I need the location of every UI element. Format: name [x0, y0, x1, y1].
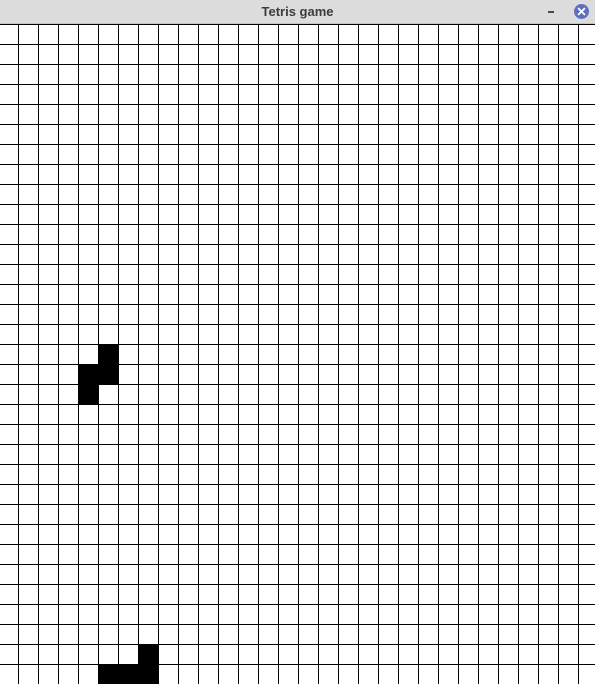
block-cell	[139, 644, 159, 664]
block-cell	[79, 364, 99, 384]
board-grid	[0, 24, 595, 684]
window-title: Tetris game	[261, 4, 334, 19]
block-cell	[119, 664, 139, 684]
close-button[interactable]	[574, 4, 589, 19]
close-icon	[577, 7, 586, 16]
block-cell	[99, 344, 119, 364]
block-cell	[99, 364, 119, 384]
block-cell	[139, 664, 159, 684]
game-board[interactable]	[0, 24, 595, 684]
block-cell	[99, 664, 119, 684]
title-bar[interactable]: Tetris game	[0, 0, 595, 24]
falling-piece	[79, 344, 119, 404]
game-window: Tetris game	[0, 0, 595, 684]
minimize-icon	[548, 11, 554, 13]
minimize-button[interactable]	[543, 4, 559, 20]
landed-piece	[99, 644, 159, 684]
grid-lines	[0, 24, 595, 684]
block-cell	[79, 384, 99, 404]
